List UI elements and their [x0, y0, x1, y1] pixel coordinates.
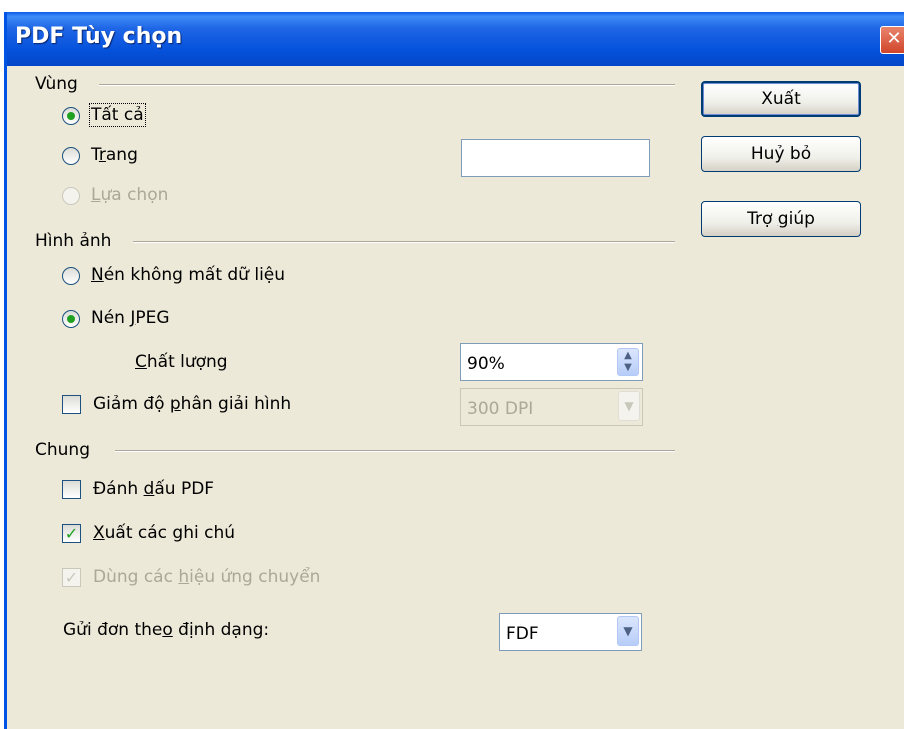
checkbox-icon[interactable]	[62, 480, 81, 499]
range-all-label[interactable]: Tất cả	[89, 103, 146, 127]
range-group-label: Vùng	[35, 74, 78, 94]
images-group-label: Hình ảnh	[35, 231, 112, 251]
pdf-options-dialog: PDF Tùy chọn ✕ Vùng Tất cả Trang Lựa chọ…	[4, 12, 904, 729]
title-bar[interactable]: PDF Tùy chọn ✕	[7, 12, 904, 66]
resolution-dropdown: 300 DPI ▼	[460, 388, 643, 426]
transition-effects-label: Dùng các hiệu ứng chuyển	[93, 567, 321, 587]
range-group-divider	[99, 84, 675, 86]
radio-icon[interactable]	[62, 147, 80, 165]
checkbox-icon[interactable]: ✓	[62, 524, 81, 543]
images-group-divider	[133, 241, 675, 243]
general-group-label: Chung	[35, 440, 90, 460]
submit-format-dropdown[interactable]: FDF ▼	[499, 613, 642, 651]
radio-icon[interactable]	[62, 267, 80, 285]
export-notes-label[interactable]: Xuất các ghi chú	[93, 523, 235, 543]
spin-arrows-icon[interactable]: ▲ ▼	[617, 348, 639, 376]
chevron-down-icon: ▼	[618, 391, 640, 421]
quality-label: Chất lượng	[135, 352, 228, 372]
radio-icon	[62, 187, 80, 205]
help-button[interactable]: Trợ giúp	[701, 201, 861, 237]
range-selection-label: Lựa chọn	[91, 185, 169, 205]
submit-format-label: Gửi đơn theo định dạng:	[63, 620, 270, 640]
reduce-resolution-label[interactable]: Giảm độ phân giải hình	[93, 394, 291, 414]
range-pages-label[interactable]: Trang	[91, 145, 138, 165]
cancel-button[interactable]: Huỷ bỏ	[701, 136, 861, 172]
checkbox-icon[interactable]	[62, 395, 81, 414]
checkbox-icon: ✓	[62, 568, 81, 587]
chevron-down-icon[interactable]: ▼	[617, 616, 639, 646]
pages-input[interactable]	[461, 139, 650, 177]
export-button[interactable]: Xuất	[701, 81, 861, 117]
quality-spinbox[interactable]: 90% ▲ ▼	[460, 343, 643, 381]
jpeg-compression-label[interactable]: Nén JPEG	[91, 308, 170, 328]
general-group-divider	[115, 450, 675, 452]
close-icon[interactable]: ✕	[880, 26, 904, 54]
lossless-compression-label[interactable]: Nén không mất dữ liệu	[91, 265, 285, 285]
radio-icon[interactable]	[62, 107, 80, 125]
bookmarks-label[interactable]: Đánh dấu PDF	[93, 479, 214, 499]
radio-icon[interactable]	[62, 310, 80, 328]
window-title: PDF Tùy chọn	[15, 24, 183, 49]
